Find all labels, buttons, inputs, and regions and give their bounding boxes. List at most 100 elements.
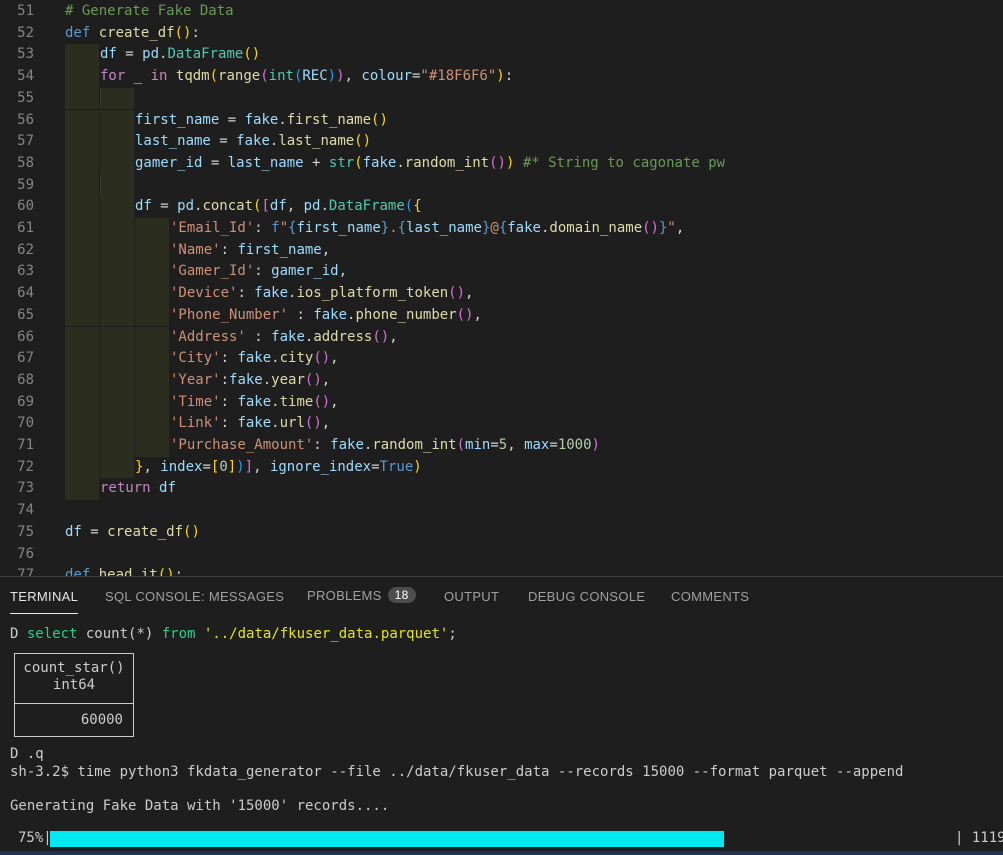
code-token: } xyxy=(380,220,390,236)
code-token: ignore_index xyxy=(269,458,372,475)
code-line[interactable]: 59 xyxy=(0,174,1003,197)
code-token: def xyxy=(65,24,99,41)
code-token: : xyxy=(237,285,255,302)
code-line[interactable]: 56 first_name = fake.first_name() xyxy=(0,109,1003,132)
line-number: 59 xyxy=(17,176,34,193)
code-token: " xyxy=(279,220,289,236)
code-line[interactable]: 52 def create_df(): xyxy=(0,23,1003,45)
code-text: 'Address' : fake.address(), xyxy=(170,327,398,349)
code-token: ( xyxy=(456,437,466,453)
code-token: , xyxy=(143,458,161,475)
code-token: random_int xyxy=(372,437,457,453)
progress-row: 75%| | 1119 xyxy=(0,827,1003,847)
code-token: pd xyxy=(142,46,160,63)
code-token: df xyxy=(100,46,117,63)
tab-output[interactable]: OUTPUT xyxy=(444,589,499,604)
code-line[interactable]: 71 'Purchase_Amount': fake.random_int(min… xyxy=(0,435,1003,457)
code-line[interactable]: 69 'Time': fake.time(), xyxy=(0,391,1003,414)
code-token: last_name xyxy=(278,133,355,150)
code-token: DataFrame xyxy=(167,46,244,63)
code-token: fake xyxy=(254,285,289,302)
code-token: 'Year' xyxy=(170,371,221,388)
code-token: = xyxy=(202,154,228,171)
code-line[interactable]: 72}, index=[0])], ignore_index=True) xyxy=(0,456,1003,479)
code-token: str xyxy=(328,154,355,171)
code-token: first_name xyxy=(286,111,372,128)
code-line[interactable]: 63 'Gamer_Id': gamer_id, xyxy=(0,261,1003,284)
code-line[interactable]: 65 'Phone_Number' : fake.phone_number(), xyxy=(0,304,1003,327)
code-line[interactable]: 75 df = create_df() xyxy=(0,522,1003,544)
code-token: df xyxy=(159,480,176,497)
code-token: pd xyxy=(177,198,195,215)
result-table-header: count_star() int64 xyxy=(15,654,133,704)
code-token: , xyxy=(321,241,331,258)
sql-select-keyword: select xyxy=(26,626,78,642)
tab-terminal-label: TERMINAL xyxy=(10,589,79,604)
code-line[interactable]: 66 'Address' : fake.address(), xyxy=(0,326,1003,349)
code-line[interactable]: 54 for _ in tqdm(range(int(REC)), colour=… xyxy=(0,66,1003,88)
tab-comments[interactable]: COMMENTS xyxy=(671,589,749,604)
code-token: = xyxy=(490,437,499,453)
code-token: gamer_id xyxy=(271,263,339,280)
code-text: for _ in tqdm(range(int(REC)), colour="#… xyxy=(100,66,513,88)
code-line[interactable]: 57 last_name = fake.last_name() xyxy=(0,131,1003,153)
code-line[interactable]: 76 xyxy=(0,544,1003,566)
line-number: 54 xyxy=(17,68,34,85)
tab-debug-console-label: DEBUG CONSOLE xyxy=(528,589,646,604)
code-token: fake xyxy=(244,111,279,128)
line-number: 53 xyxy=(17,46,34,63)
tab-terminal[interactable]: TERMINAL xyxy=(10,589,79,614)
code-line[interactable]: 77 def head_it(): xyxy=(0,565,1003,576)
code-line[interactable]: 51 # Generate Fake Data xyxy=(0,1,1003,23)
tab-problems[interactable]: PROBLEMS 18 xyxy=(307,587,416,603)
code-token: int xyxy=(268,68,294,85)
tab-sql-console-messages[interactable]: SQL CONSOLE: MESSAGES xyxy=(105,589,284,604)
code-token: { xyxy=(413,198,422,215)
result-cell-value: 60000 xyxy=(80,712,123,728)
code-token: ( xyxy=(209,68,219,85)
tab-debug-console[interactable]: DEBUG CONSOLE xyxy=(528,589,645,604)
indent-guide xyxy=(100,196,134,218)
code-token: # Generate Fake Data xyxy=(65,3,234,19)
indent-guide xyxy=(100,218,134,240)
code-token: , xyxy=(507,437,525,453)
code-line[interactable]: 58 gamer_id = last_name + str(fake.random… xyxy=(0,152,1003,175)
code-token: fake xyxy=(507,220,541,236)
code-line[interactable]: 61 'Email_Id': f"{first_name}.{last_name}… xyxy=(0,218,1003,240)
code-token: () xyxy=(157,567,175,576)
code-token: () xyxy=(183,523,200,540)
code-token: last_name xyxy=(406,220,482,236)
code-token: : xyxy=(220,241,238,258)
code-token: df xyxy=(65,523,82,540)
code-token: : xyxy=(191,24,200,41)
code-line[interactable]: 60 df = pd.concat([df, pd.DataFrame({ xyxy=(0,196,1003,218)
code-line[interactable]: 73 return df xyxy=(0,478,1003,501)
code-token: () xyxy=(304,415,322,432)
code-line[interactable]: 70 'Link': fake.url(), xyxy=(0,413,1003,435)
code-token: , xyxy=(344,68,362,85)
code-line[interactable]: 74 xyxy=(0,500,1003,522)
code-line[interactable]: 62 'Name': first_name, xyxy=(0,239,1003,262)
code-token: = xyxy=(151,198,178,215)
code-text: # Generate Fake Data xyxy=(65,1,234,23)
line-number: 57 xyxy=(17,133,34,150)
code-line[interactable]: 53 df = pd.DataFrame() xyxy=(0,44,1003,67)
line-number: 73 xyxy=(17,480,34,497)
code-line[interactable]: 68 'Year':fake.year(), xyxy=(0,369,1003,392)
code-line[interactable]: 67 'City': fake.city(), xyxy=(0,348,1003,370)
code-line[interactable]: 64 'Device': fake.ios_platform_token(), xyxy=(0,283,1003,305)
code-token: 'Device' xyxy=(170,285,238,302)
code-editor[interactable]: 51 # Generate Fake Data 52 def create_df():… xyxy=(0,0,1003,576)
sql-count-text: count(*) xyxy=(77,626,162,642)
indent-guide xyxy=(65,152,99,175)
code-line[interactable]: 55 xyxy=(0,87,1003,110)
code-token: colour xyxy=(361,68,412,85)
tab-output-label: OUTPUT xyxy=(444,589,500,604)
code-token: 5 xyxy=(498,437,508,453)
code-token: , xyxy=(389,328,398,345)
indent-guide xyxy=(135,326,169,349)
panel-tabs: TERMINAL SQL CONSOLE: MESSAGES PROBLEMS 1… xyxy=(0,577,1003,619)
indent-guide xyxy=(135,239,169,262)
